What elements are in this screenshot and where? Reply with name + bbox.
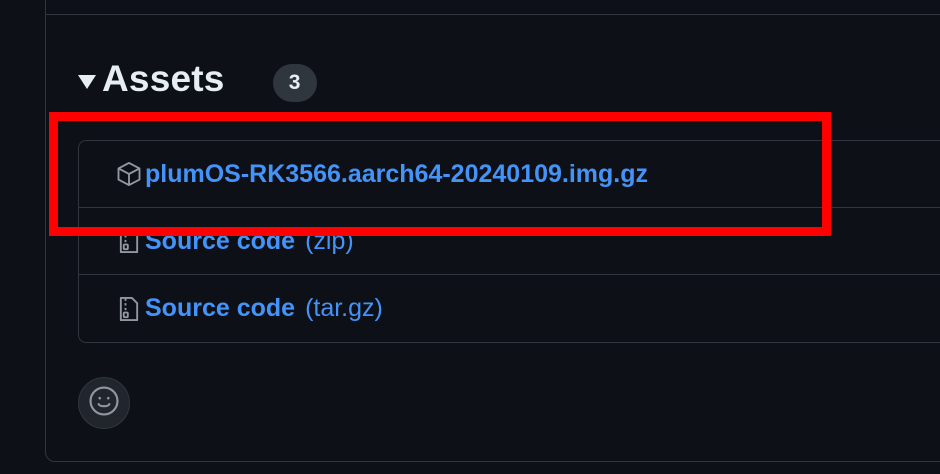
assets-count-badge: 3 <box>272 64 317 102</box>
file-zip-icon <box>115 293 145 325</box>
assets-header[interactable]: Assets 3 <box>78 56 317 102</box>
asset-link[interactable]: plumOS-RK3566.aarch64-20240109.img.gz <box>145 160 648 189</box>
asset-list: plumOS-RK3566.aarch64-20240109.img.gz So… <box>78 140 940 343</box>
add-reaction-button[interactable] <box>78 377 130 429</box>
asset-format-label[interactable]: (tar.gz) <box>305 294 383 323</box>
asset-format-label[interactable]: (zip) <box>305 227 354 256</box>
asset-link[interactable]: Source code <box>145 227 295 256</box>
smiley-icon <box>87 384 121 423</box>
package-icon <box>115 158 145 190</box>
asset-row[interactable]: plumOS-RK3566.aarch64-20240109.img.gz <box>79 141 940 208</box>
asset-link[interactable]: Source code <box>145 294 295 323</box>
caret-down-icon[interactable] <box>78 75 96 89</box>
section-divider <box>45 14 940 15</box>
file-zip-icon <box>115 225 145 257</box>
asset-row[interactable]: Source code (tar.gz) <box>79 275 940 342</box>
asset-row[interactable]: Source code (zip) <box>79 208 940 275</box>
assets-title: Assets <box>102 58 225 99</box>
